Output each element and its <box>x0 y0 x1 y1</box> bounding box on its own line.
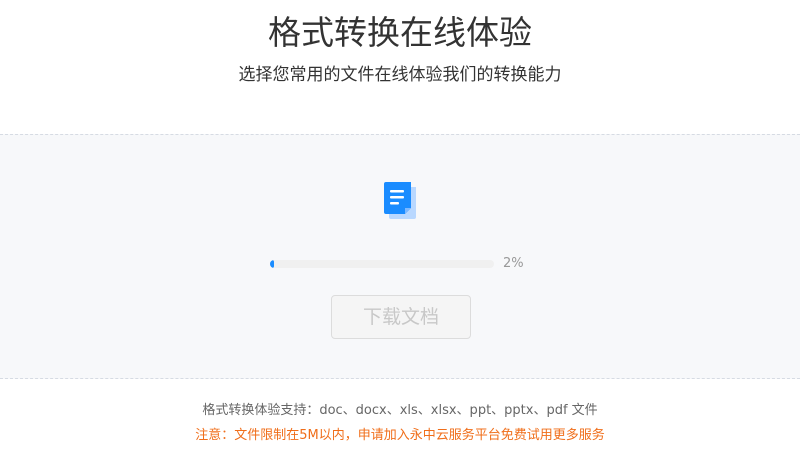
conversion-progress-fill <box>270 260 275 268</box>
document-icon <box>382 181 418 221</box>
conversion-page: 格式转换在线体验 选择您常用的文件在线体验我们的转换能力 2% 下载文档 格式转… <box>0 0 800 450</box>
document-icon-svg <box>384 182 416 219</box>
conversion-progress-bar <box>270 260 494 268</box>
page-subtitle: 选择您常用的文件在线体验我们的转换能力 <box>238 65 562 85</box>
page-title: 格式转换在线体验 <box>268 13 532 52</box>
page-header: 格式转换在线体验 选择您常用的文件在线体验我们的转换能力 <box>0 0 800 134</box>
conversion-progress-label: 2% <box>503 256 524 271</box>
conversion-panel: 2% 下载文档 <box>0 134 800 379</box>
file-limit-note: 注意：文件限制在5M以内，申请加入永中云服务平台免费试用更多服务 <box>195 428 605 443</box>
supported-formats-text: 格式转换体验支持：doc、docx、xls、xlsx、ppt、pptx、pdf … <box>202 403 598 418</box>
download-document-button[interactable]: 下载文档 <box>331 295 471 339</box>
